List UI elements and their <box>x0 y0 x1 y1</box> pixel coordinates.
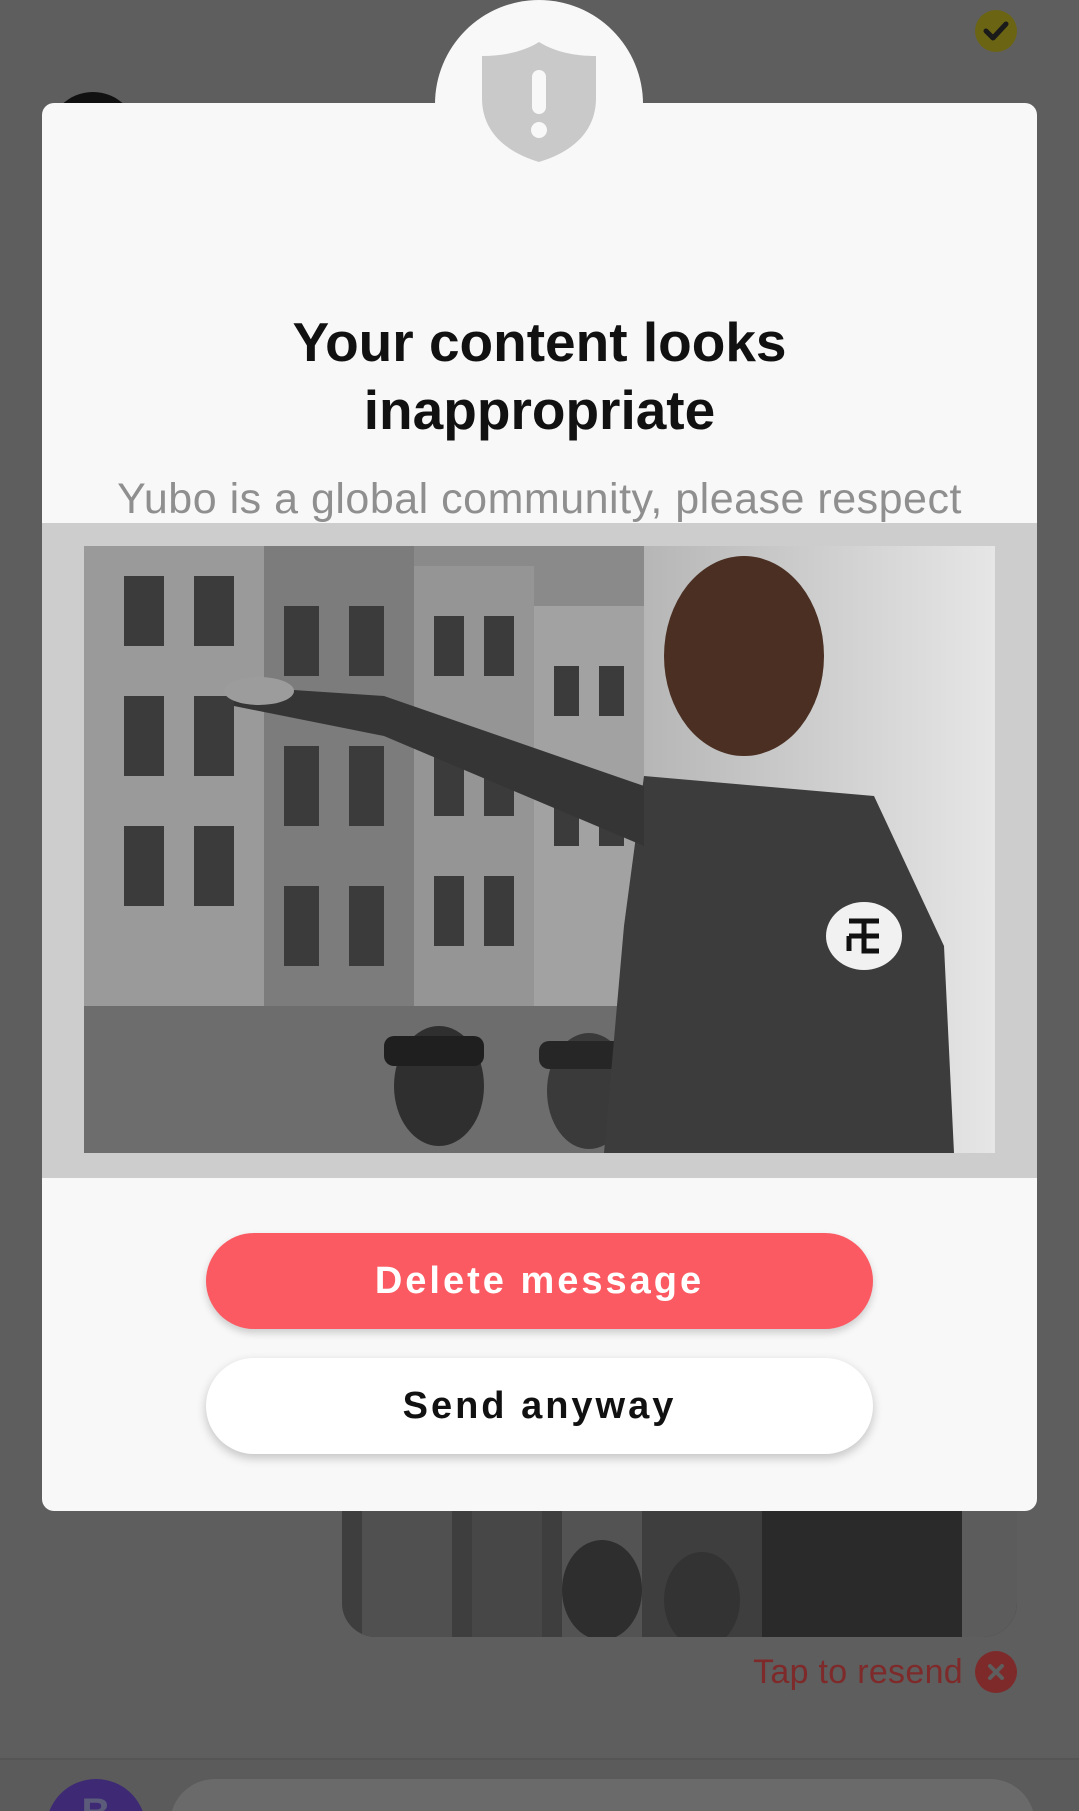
image-preview-area <box>42 523 1037 1178</box>
close-circle-icon[interactable] <box>975 1651 1017 1693</box>
message-input[interactable] <box>170 1779 1035 1811</box>
check-icon <box>975 10 1017 52</box>
resend-row[interactable]: Tap to resend <box>753 1650 1017 1694</box>
flagged-image-preview <box>84 546 995 1153</box>
delete-message-button[interactable]: Delete message <box>206 1233 873 1329</box>
dialog-title: Your content looks inappropriate <box>292 311 787 441</box>
moderation-dialog: Your content looks inappropriate Yubo is… <box>42 103 1037 1511</box>
resend-label[interactable]: Tap to resend <box>753 1653 963 1692</box>
composer-avatar-initial: B <box>82 1791 111 1811</box>
send-anyway-button[interactable]: Send anyway <box>206 1358 873 1454</box>
shield-exclamation-icon <box>482 42 596 162</box>
shield-badge <box>435 0 643 208</box>
